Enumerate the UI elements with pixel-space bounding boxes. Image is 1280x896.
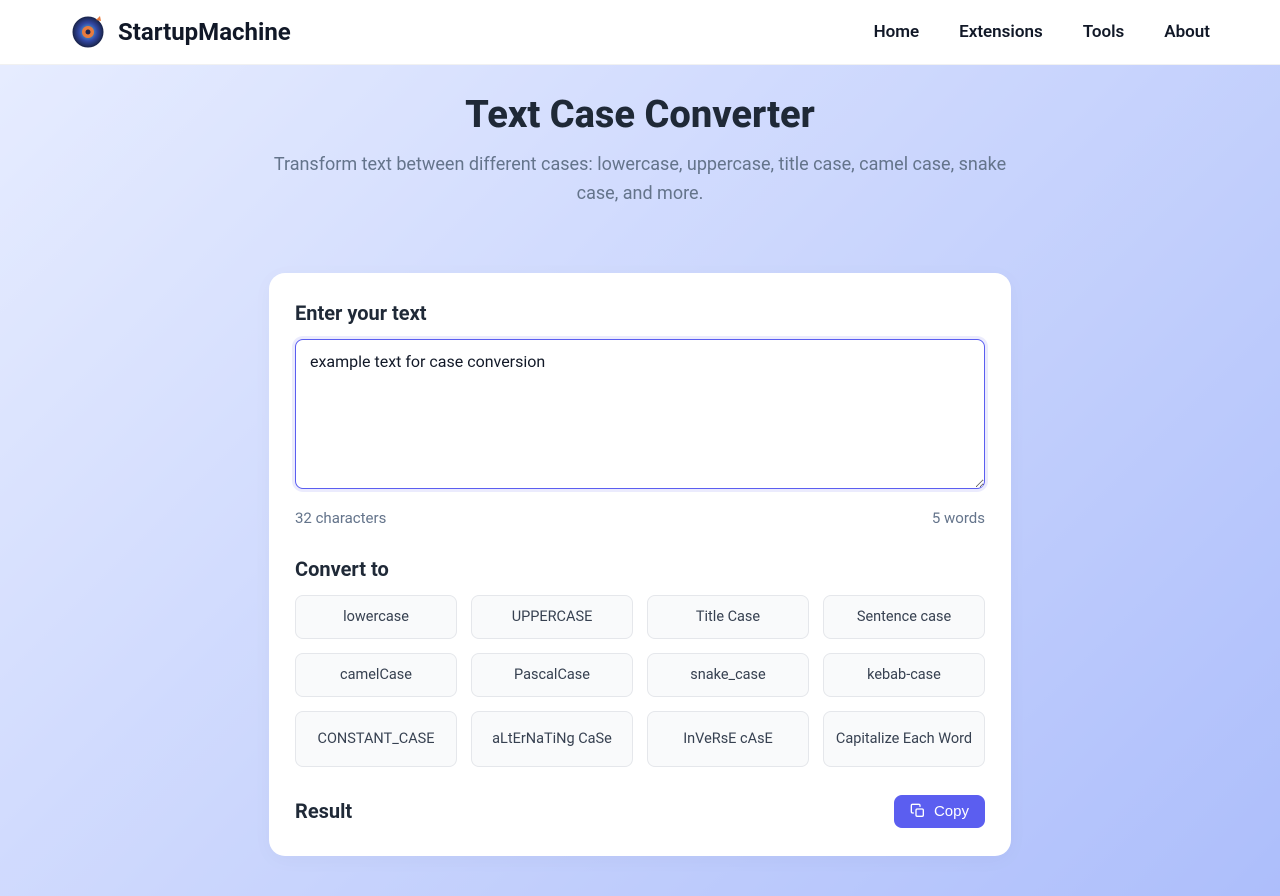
nav-about[interactable]: About (1164, 22, 1210, 42)
input-heading: Enter your text (295, 301, 985, 325)
btn-sentence-case[interactable]: Sentence case (823, 595, 985, 639)
header-brand[interactable]: StartupMachine (70, 14, 291, 50)
btn-pascalcase[interactable]: PascalCase (471, 653, 633, 697)
btn-capitalize-each-word[interactable]: Capitalize Each Word (823, 711, 985, 767)
converter-card: Enter your text 32 characters 5 words Co… (269, 273, 1011, 856)
app-header: StartupMachine Home Extensions Tools Abo… (0, 0, 1280, 65)
nav-home[interactable]: Home (874, 22, 920, 42)
nav-tools[interactable]: Tools (1083, 22, 1125, 42)
hero-section: Text Case Converter Transform text betwe… (0, 65, 1280, 896)
text-input[interactable] (295, 339, 985, 489)
btn-lowercase[interactable]: lowercase (295, 595, 457, 639)
copy-icon (910, 803, 926, 819)
logo-icon (70, 14, 106, 50)
copy-label: Copy (934, 803, 969, 820)
page-subtitle: Transform text between different cases: … (270, 151, 1010, 209)
convert-heading: Convert to (295, 557, 985, 581)
btn-alternating-case[interactable]: aLtErNaTiNg CaSe (471, 711, 633, 767)
char-count: 32 characters (295, 509, 386, 527)
text-stats: 32 characters 5 words (295, 509, 985, 527)
btn-snake-case[interactable]: snake_case (647, 653, 809, 697)
nav-extensions[interactable]: Extensions (959, 22, 1043, 42)
btn-constant-case[interactable]: CONSTANT_CASE (295, 711, 457, 767)
word-count: 5 words (932, 509, 985, 527)
main-nav: Home Extensions Tools About (874, 22, 1210, 42)
btn-inverse-case[interactable]: InVeRsE cAsE (647, 711, 809, 767)
btn-kebab-case[interactable]: kebab-case (823, 653, 985, 697)
page-title: Text Case Converter (0, 93, 1280, 137)
case-button-grid: lowercase UPPERCASE Title Case Sentence … (295, 595, 985, 767)
result-heading: Result (295, 799, 352, 823)
btn-title-case[interactable]: Title Case (647, 595, 809, 639)
btn-uppercase[interactable]: UPPERCASE (471, 595, 633, 639)
btn-camelcase[interactable]: camelCase (295, 653, 457, 697)
brand-name: StartupMachine (118, 18, 291, 46)
